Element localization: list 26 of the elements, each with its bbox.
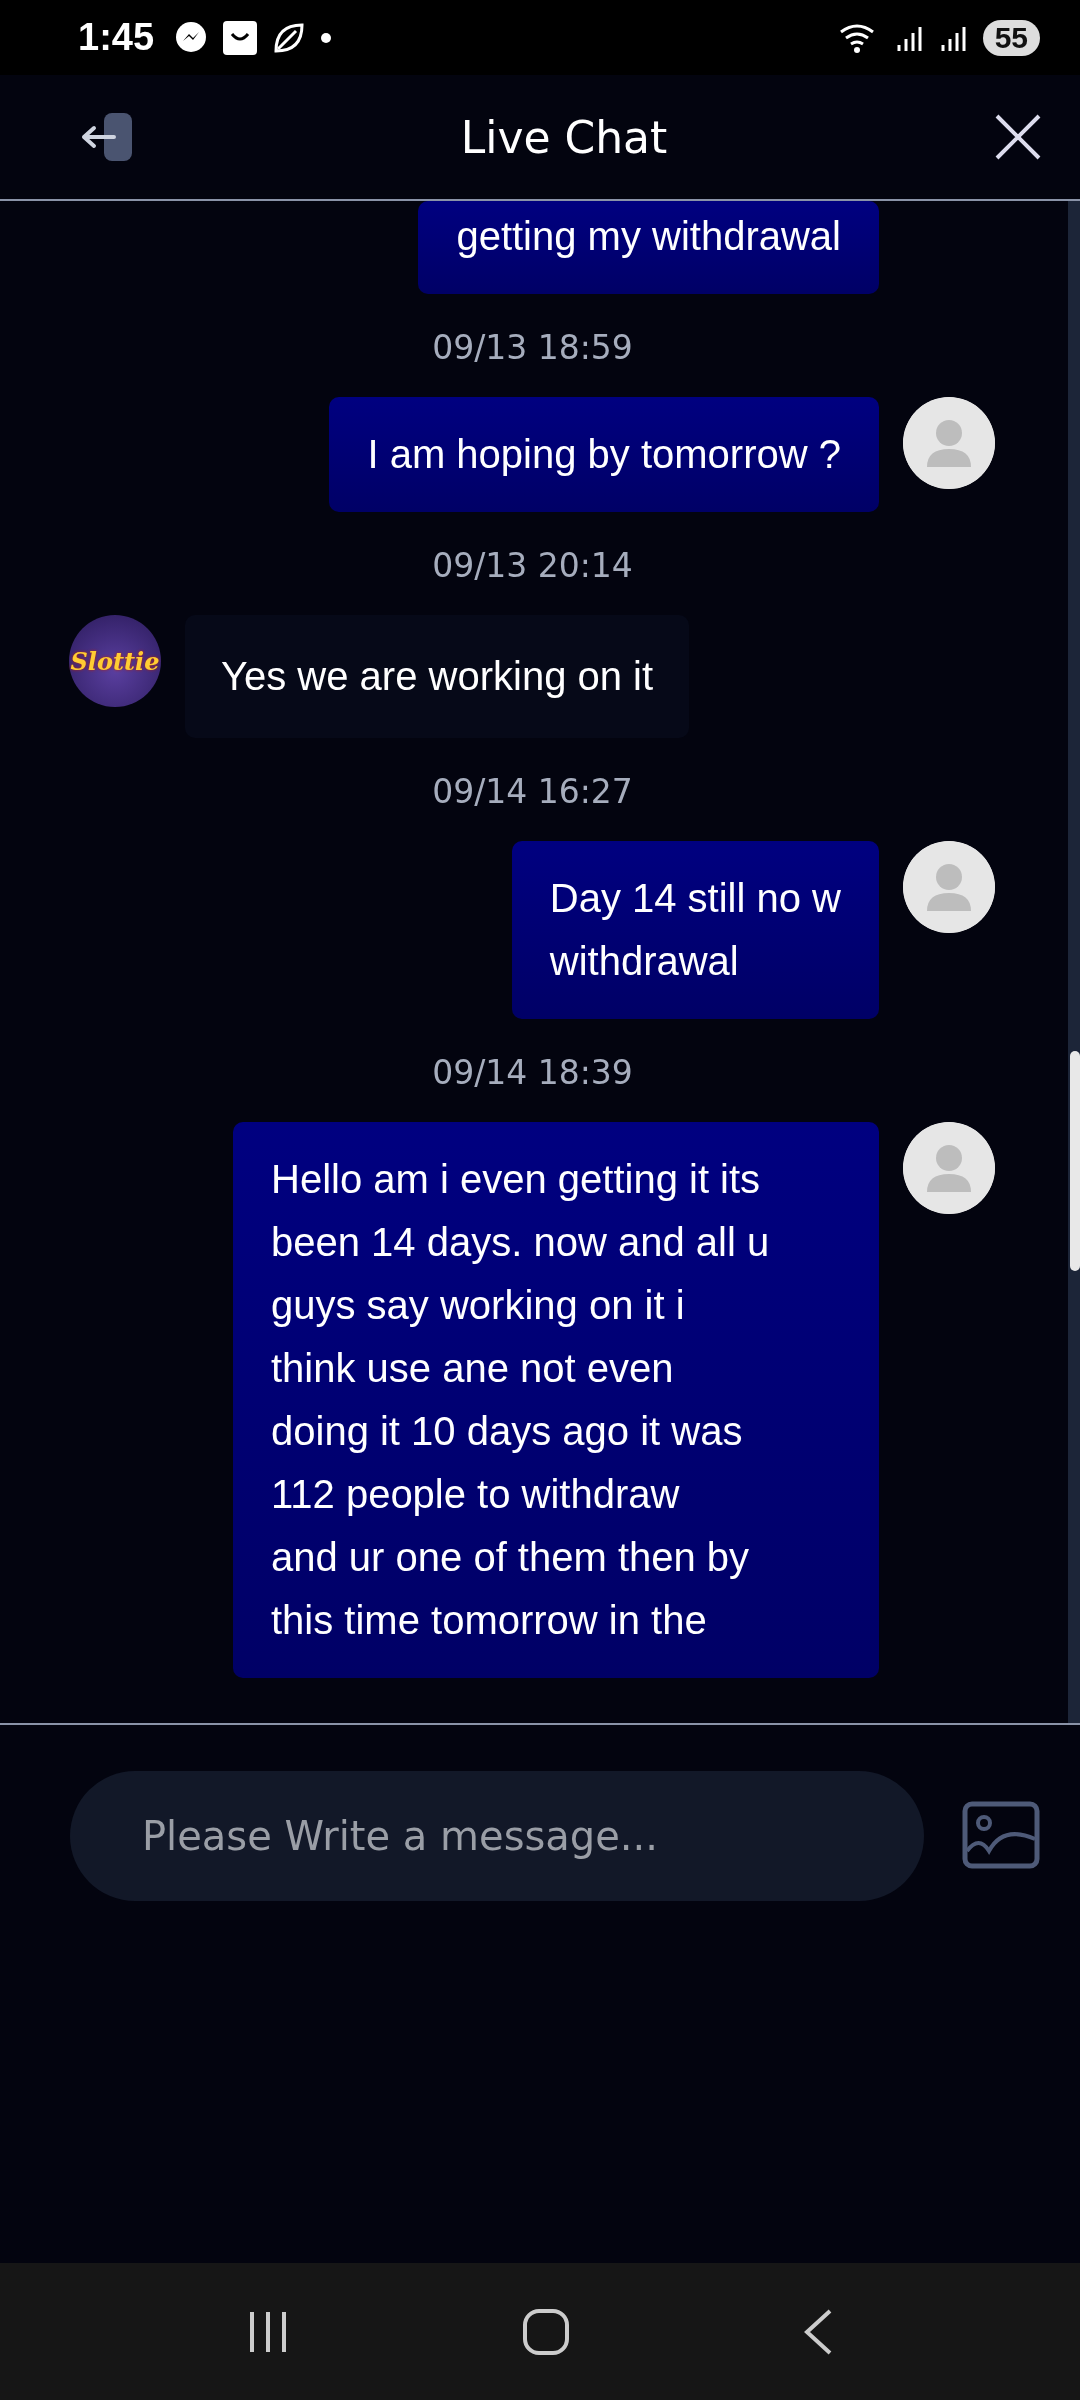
message-timestamp: 09/13 20:14 [432,546,633,585]
battery-level: 55 [982,19,1040,56]
message-bubble: Yes we are working on it [185,615,690,738]
message-timestamp: 09/13 18:59 [432,328,633,367]
avatar-logo: Slottie [69,615,161,707]
dot-icon [320,31,333,44]
home-button[interactable] [522,2307,570,2356]
scrollbar-thumb[interactable] [1070,1051,1080,1271]
close-icon [994,113,1042,161]
message-timestamp: 09/14 18:39 [432,1053,633,1092]
attach-image-button[interactable] [962,1801,1040,1869]
clock-time: 1:45 [78,16,155,59]
back-nav-button[interactable] [802,2307,834,2356]
message-timestamp: 09/14 16:27 [432,772,633,811]
message-bubble: Day 14 still no w withdrawal [511,841,879,1019]
message-bubble: Hello am i even getting it its been 14 days. now and all u guys say working on it i think use ane not even doing it 10 days ago it was 112 people to withdraw and ur one of them then by this time tomorrow in the [233,1122,879,1678]
message-bubble: getting my withdrawal [418,201,879,294]
scrollbar[interactable] [1068,201,1080,1723]
message-field[interactable]: Please Write a message... [70,1771,924,1901]
window-title: Live Chat [459,111,669,163]
message-bubble: I am hoping by tomorrow ? [329,397,879,512]
shopping-bag-icon [222,19,259,56]
back-icon [802,2307,834,2356]
home-icon [522,2307,570,2356]
close-button[interactable] [994,113,1042,161]
image-icon [962,1801,1040,1869]
